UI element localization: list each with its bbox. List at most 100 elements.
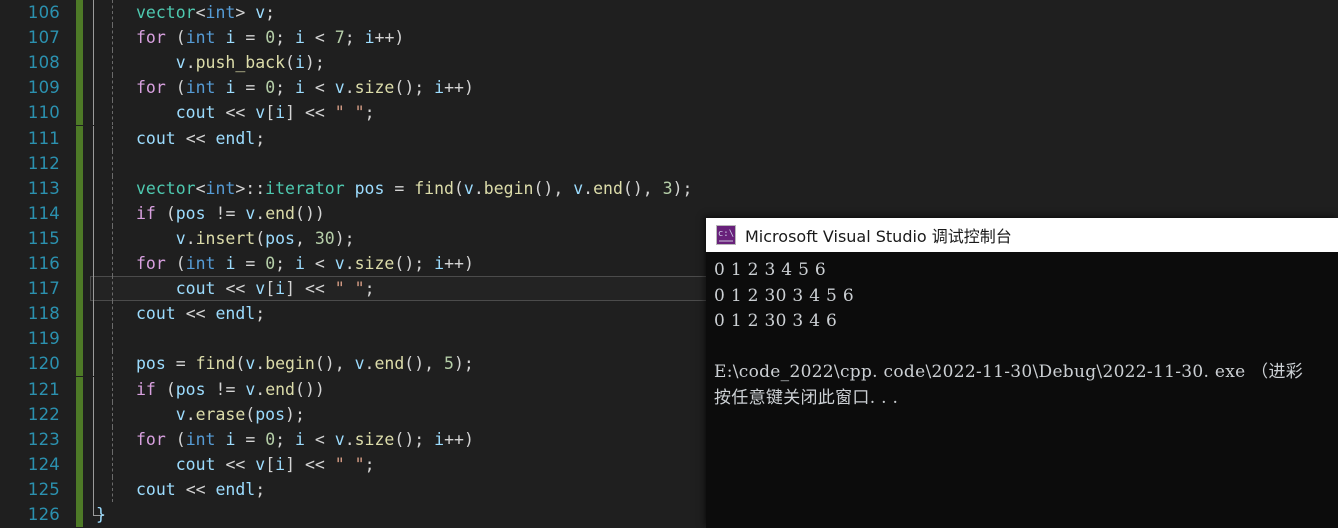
indent-guide <box>112 426 113 452</box>
structure-guide-line <box>93 426 94 452</box>
indent-guide <box>112 100 113 126</box>
indent-guide <box>112 376 113 402</box>
structure-guide-line <box>93 251 94 277</box>
indent-guide <box>112 75 113 101</box>
indent-guide <box>112 326 113 352</box>
line-number: 111 <box>27 128 60 148</box>
change-indicator-bar <box>76 150 83 176</box>
change-indicator-bar <box>76 225 83 251</box>
change-indicator-bar <box>76 100 83 126</box>
change-indicator-bar <box>76 25 83 51</box>
code-text: for (int i = 0; i < v.size(); i++) <box>136 254 474 273</box>
change-indicator-bar <box>76 401 83 427</box>
line-number: 117 <box>27 279 60 299</box>
console-icon: c:\ <box>716 225 736 245</box>
console-output-line: 0 1 2 30 3 4 5 6 <box>714 285 854 306</box>
code-text: for (int i = 0; i < v.size(); i++) <box>136 429 474 449</box>
line-number: 123 <box>27 429 60 449</box>
code-text: for (int i = 0; i < v.size(); i++) <box>136 78 474 98</box>
line-number: 126 <box>27 505 60 524</box>
indent-guide <box>112 0 113 26</box>
change-indicator-bar <box>76 276 83 302</box>
change-indicator-bar <box>76 50 83 76</box>
structure-guide-line <box>93 100 94 126</box>
console-prompt-line: 按任意键关闭此窗口. . . <box>714 387 899 408</box>
line-number: 124 <box>27 454 60 474</box>
line-number: 107 <box>27 28 60 48</box>
code-line[interactable]: 119 <box>0 326 706 352</box>
indent-guide <box>112 476 113 502</box>
line-number: 110 <box>27 103 60 123</box>
code-line[interactable]: 109 for (int i = 0; i < v.size(); i++) <box>0 75 706 101</box>
line-number: 122 <box>27 404 60 424</box>
code-line[interactable]: 126} <box>0 502 706 528</box>
indent-guide <box>112 125 113 151</box>
code-line[interactable]: 116 for (int i = 0; i < v.size(); i++) <box>0 251 706 277</box>
code-text: v.erase(pos); <box>175 404 305 424</box>
code-text: vector<int>::iterator pos = find(v.begin… <box>136 178 693 198</box>
indent-guide <box>112 401 113 427</box>
structure-guide-line <box>93 401 94 427</box>
indent-guide <box>112 251 113 277</box>
code-line[interactable]: 121 if (pos != v.end()) <box>0 376 706 402</box>
change-indicator-bar <box>76 326 83 352</box>
console-title-bar[interactable]: c:\ Microsoft Visual Studio 调试控制台 <box>706 218 1338 252</box>
structure-guide-line <box>93 276 94 302</box>
code-line[interactable]: 108 v.push_back(i); <box>0 50 706 76</box>
console-output-area[interactable]: 0 1 2 3 4 5 6 0 1 2 30 3 4 5 6 0 1 2 30 … <box>706 252 1338 528</box>
code-text: cout << v[i] << " "; <box>175 454 375 474</box>
console-output-line: 0 1 2 30 3 4 6 <box>714 311 838 331</box>
change-indicator-bar <box>76 451 83 477</box>
change-indicator-bar <box>76 426 83 452</box>
code-line[interactable]: 111 cout << endl; <box>0 125 706 151</box>
line-number: 116 <box>27 254 60 273</box>
structure-guide-line <box>93 150 94 176</box>
console-title-text: Microsoft Visual Studio 调试控制台 <box>745 227 1012 246</box>
structure-guide-line <box>93 25 94 51</box>
code-line[interactable]: 113 vector<int>::iterator pos = find(v.be… <box>0 175 706 201</box>
line-number: 106 <box>27 3 60 22</box>
indent-guide <box>112 451 113 477</box>
indent-guide <box>112 25 113 51</box>
change-indicator-bar <box>76 502 83 528</box>
change-indicator-bar <box>76 476 83 502</box>
code-editor[interactable]: 106 vector<int> v; 107 for (int i = 0; i < … <box>0 0 706 528</box>
code-text: pos = find(v.begin(), v.end(), 5); <box>136 354 474 374</box>
console-icon-glyph: c:\ <box>717 229 735 239</box>
line-number: 108 <box>27 53 60 73</box>
code-line[interactable]: 117 cout << v[i] << " "; <box>0 276 706 302</box>
code-line[interactable]: 123 for (int i = 0; i < v.size(); i++) <box>0 426 706 452</box>
code-text: cout << endl; <box>136 304 266 324</box>
indent-guide <box>112 351 113 377</box>
code-text: if (pos != v.end()) <box>136 203 325 223</box>
code-line[interactable]: 125 cout << endl; <box>0 476 706 502</box>
structure-guide-line <box>93 225 94 251</box>
change-indicator-bar <box>76 351 83 377</box>
code-line[interactable]: 118 cout << endl; <box>0 301 706 327</box>
structure-guide-line <box>93 175 94 201</box>
line-number: 109 <box>27 78 60 98</box>
code-line[interactable]: 110 cout << v[i] << " "; <box>0 100 706 126</box>
change-indicator-bar <box>76 301 83 327</box>
code-line[interactable]: 122 v.erase(pos); <box>0 401 706 427</box>
debug-console-window[interactable]: c:\ Microsoft Visual Studio 调试控制台 0 1 2 … <box>706 218 1338 528</box>
structure-guide-line <box>93 376 94 402</box>
indent-guide <box>112 225 113 251</box>
code-line[interactable]: 106 vector<int> v; <box>0 0 706 26</box>
structure-guide-line <box>93 326 94 352</box>
change-indicator-bar <box>76 0 83 26</box>
code-line[interactable]: 120 pos = find(v.begin(), v.end(), 5); <box>0 351 706 377</box>
line-number: 115 <box>27 228 60 248</box>
code-line[interactable]: 124 cout << v[i] << " "; <box>0 451 706 477</box>
code-line[interactable]: 114 if (pos != v.end()) <box>0 200 706 226</box>
indent-guide <box>112 50 113 76</box>
structure-guide-line <box>93 75 94 101</box>
line-number: 112 <box>27 153 60 173</box>
code-line[interactable]: 107 for (int i = 0; i < 7; i++) <box>0 25 706 51</box>
code-line[interactable]: 112 <box>0 150 706 176</box>
code-text: cout << v[i] << " "; <box>175 279 375 299</box>
code-line[interactable]: 115 v.insert(pos, 30); <box>0 225 706 251</box>
indent-guide <box>112 200 113 226</box>
structure-guide-line <box>93 50 94 76</box>
